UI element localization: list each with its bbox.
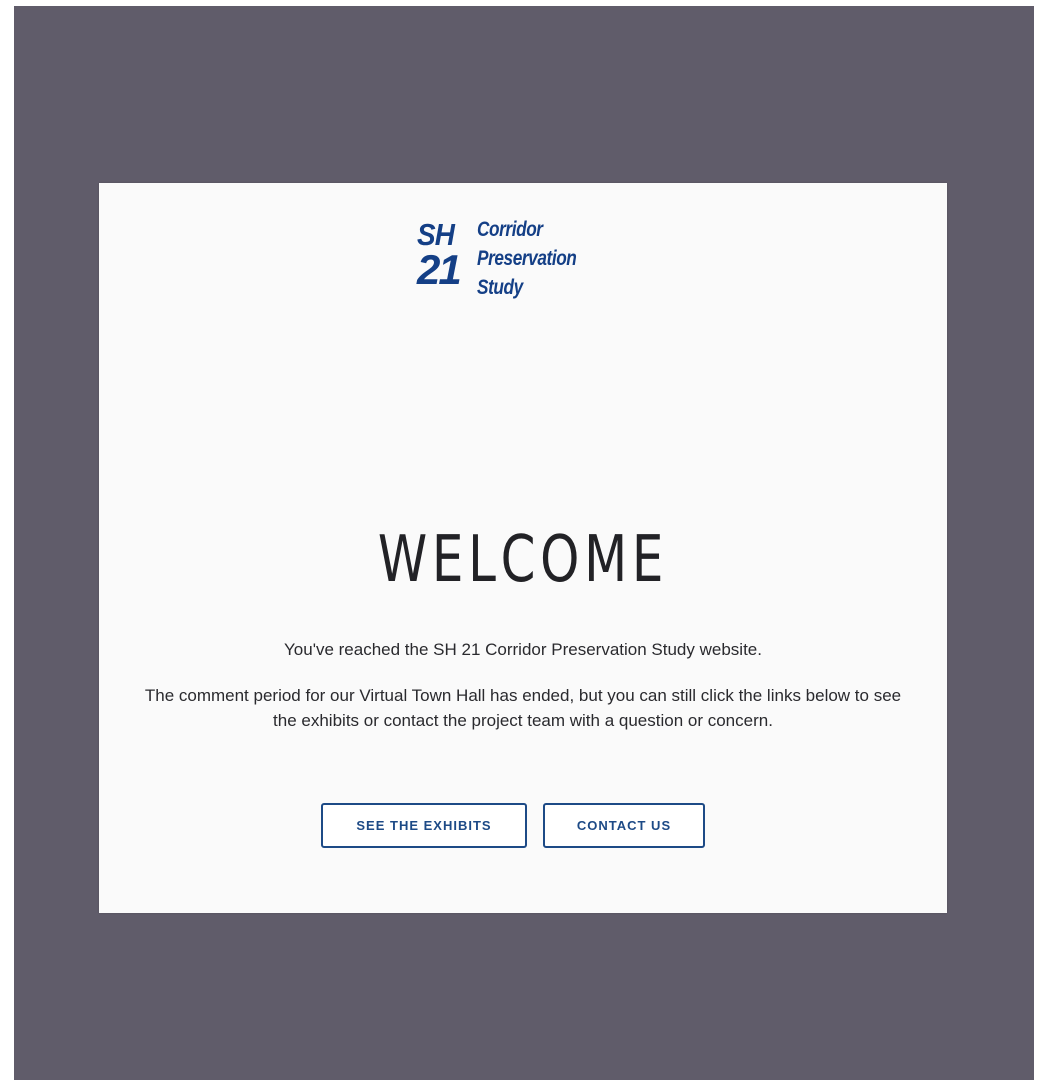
project-logo: SH 21 Corridor Preservation Study bbox=[417, 217, 617, 303]
welcome-subtitle: You've reached the SH 21 Corridor Preser… bbox=[284, 640, 762, 659]
welcome-modal: SH 21 Corridor Preservation Study WELCOM… bbox=[99, 183, 947, 913]
logo-line-3: Study bbox=[477, 276, 523, 299]
logo-line-1: Corridor bbox=[477, 218, 543, 241]
welcome-body: The comment period for our Virtual Town … bbox=[144, 686, 902, 730]
welcome-title: WELCOME bbox=[377, 523, 669, 597]
see-exhibits-button[interactable]: SEE THE EXHIBITS bbox=[321, 803, 527, 848]
contact-us-button[interactable]: CONTACT US bbox=[543, 803, 705, 848]
logo-number: 21 bbox=[417, 246, 462, 293]
logo-line-2: Preservation bbox=[477, 247, 577, 270]
